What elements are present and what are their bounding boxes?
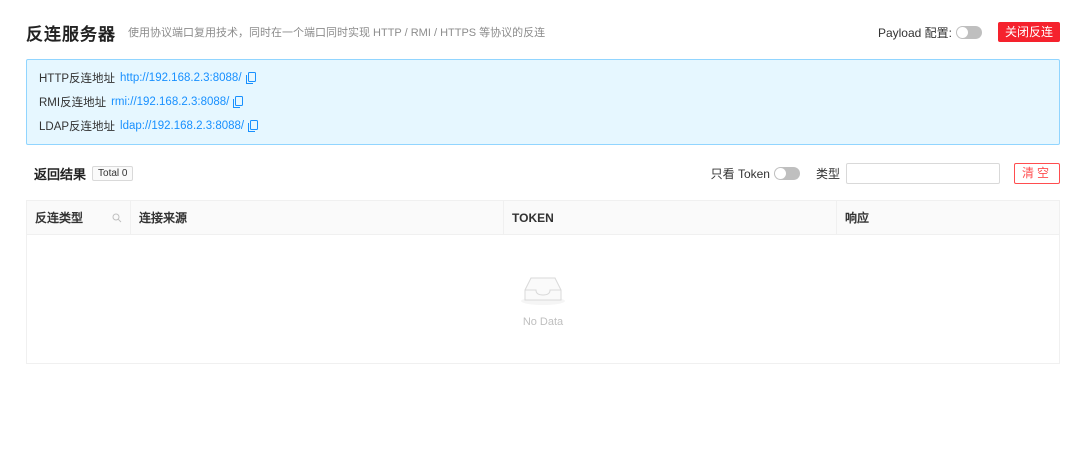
http-address-link[interactable]: http://192.168.2.3:8088/ xyxy=(120,72,242,84)
info-row-rmi: RMI反连地址 rmi://192.168.2.3:8088/ xyxy=(39,90,1047,114)
empty-state: No Data xyxy=(27,235,1059,363)
column-label-type: 反连类型 xyxy=(35,211,84,225)
copy-icon[interactable] xyxy=(248,120,259,132)
type-filter-input[interactable] xyxy=(845,162,1000,184)
page-header: 反连服务器 使用协议端口复用技术，同时在一个端口同时实现 HTTP / RMI … xyxy=(26,20,1060,44)
table-header: 反连类型 连接来源 TOKEN 响应 xyxy=(27,201,1059,235)
column-label-source: 连接来源 xyxy=(139,211,188,225)
rmi-address-link[interactable]: rmi://192.168.2.3:8088/ xyxy=(111,96,229,108)
info-row-ldap: LDAP反连地址 ldap://192.168.2.3:8088/ xyxy=(39,114,1047,138)
ldap-address-link[interactable]: ldap://192.168.2.3:8088/ xyxy=(120,120,244,132)
results-toolbar: 返回结果 Total 0 只看 Token 类型 清空 xyxy=(34,162,1060,184)
payload-config-toggle[interactable] xyxy=(955,25,982,39)
http-address-label: HTTP反连地址 xyxy=(39,73,116,85)
results-title: 返回结果 xyxy=(34,166,87,182)
copy-icon[interactable] xyxy=(245,72,256,84)
copy-icon[interactable] xyxy=(233,96,244,108)
close-reverse-button[interactable]: 关闭反连 xyxy=(997,22,1060,42)
empty-inbox-icon xyxy=(521,277,565,305)
reverse-address-info: HTTP反连地址 http://192.168.2.3:8088/ RMI反连地… xyxy=(26,59,1060,145)
total-count-badge: Total 0 xyxy=(92,165,134,181)
column-header-response: 响应 xyxy=(836,201,1059,234)
clear-button[interactable]: 清空 xyxy=(1013,162,1060,184)
token-only-label: 只看 Token xyxy=(710,166,770,181)
empty-text: No Data xyxy=(522,316,564,328)
token-only-toggle[interactable] xyxy=(773,166,800,180)
column-header-source: 连接来源 xyxy=(130,201,503,234)
column-label-token: TOKEN xyxy=(512,210,554,225)
payload-config-label: Payload 配置: xyxy=(877,25,952,40)
info-row-http: HTTP反连地址 http://192.168.2.3:8088/ xyxy=(39,66,1047,90)
search-icon[interactable] xyxy=(112,212,122,223)
page-title: 反连服务器 xyxy=(26,24,116,44)
column-header-type: 反连类型 xyxy=(27,201,130,234)
page-subtitle: 使用协议端口复用技术，同时在一个端口同时实现 HTTP / RMI / HTTP… xyxy=(128,27,546,39)
reverse-server-page: 反连服务器 使用协议端口复用技术，同时在一个端口同时实现 HTTP / RMI … xyxy=(0,0,1080,465)
results-filters: 只看 Token 类型 清空 xyxy=(710,162,1060,184)
rmi-address-label: RMI反连地址 xyxy=(39,97,107,109)
column-header-token: TOKEN xyxy=(503,201,836,234)
ldap-address-label: LDAP反连地址 xyxy=(39,121,116,133)
header-actions: Payload 配置: 关闭反连 xyxy=(878,22,1060,42)
column-label-response: 响应 xyxy=(845,211,870,225)
results-table: 反连类型 连接来源 TOKEN 响应 No Data xyxy=(26,200,1060,364)
type-filter-label: 类型 xyxy=(815,166,840,181)
